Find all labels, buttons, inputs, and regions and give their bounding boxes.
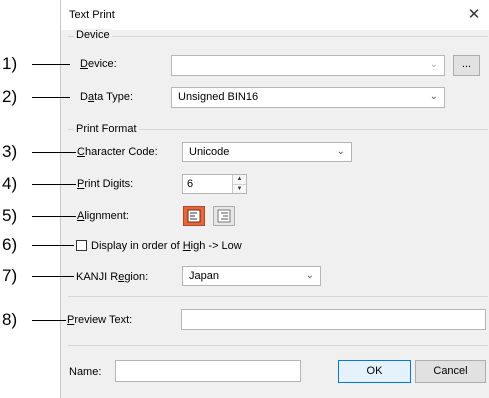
callout-3-line xyxy=(32,152,76,153)
name-label: Name: xyxy=(69,366,102,378)
print-digits-stepper[interactable]: 6 ▲ ▼ xyxy=(182,174,247,194)
display-order-label[interactable]: Display in order of High -> Low xyxy=(91,240,242,252)
alignment-label: Alignment: xyxy=(77,210,129,222)
kanji-region-select[interactable]: Japan ⌄ xyxy=(182,266,321,286)
align-left-icon xyxy=(187,209,201,223)
cancel-button[interactable]: Cancel xyxy=(415,360,486,383)
callout-5-line xyxy=(32,216,76,217)
align-right-button[interactable] xyxy=(213,206,235,226)
callout-5: 5) xyxy=(2,206,18,225)
display-order-checkbox[interactable] xyxy=(76,240,87,251)
callout-6-line xyxy=(32,245,74,246)
callout-8: 8) xyxy=(2,310,18,329)
print-format-group-title: Print Format xyxy=(74,123,139,135)
char-code-label: Character Code: xyxy=(77,146,158,158)
callout-7-line xyxy=(32,276,74,277)
dialog-title: Text Print xyxy=(69,9,115,21)
callout-7: 7) xyxy=(2,266,18,285)
callout-6: 6) xyxy=(2,235,18,254)
chevron-down-icon: ⌄ xyxy=(429,91,438,102)
kanji-region-value: Japan xyxy=(189,270,219,282)
preview-text-field[interactable] xyxy=(181,309,486,330)
callout-2-line xyxy=(32,97,70,98)
preview-separator xyxy=(68,296,488,297)
close-icon[interactable]: ✕ xyxy=(463,4,485,26)
ok-button[interactable]: OK xyxy=(338,360,411,383)
digits-spinner[interactable]: ▲ ▼ xyxy=(232,175,246,193)
callout-4: 4) xyxy=(2,174,18,193)
print-digits-label: Print Digits: xyxy=(77,178,134,190)
data-type-label: Data Type: xyxy=(80,91,134,103)
footer-separator xyxy=(68,345,488,346)
callout-2: 2) xyxy=(2,87,18,106)
chevron-down-icon: ⌄ xyxy=(305,270,314,281)
kanji-region-label: KANJI Region: xyxy=(76,271,149,283)
callout-4-line xyxy=(32,184,76,185)
align-left-button[interactable] xyxy=(183,206,205,226)
spin-up-icon[interactable]: ▲ xyxy=(233,175,246,185)
chevron-down-icon: ⌄ xyxy=(336,146,345,157)
name-field[interactable] xyxy=(115,360,301,382)
print-digits-value: 6 xyxy=(187,178,194,190)
device-group-line xyxy=(68,36,488,37)
char-code-select[interactable]: Unicode ⌄ xyxy=(182,142,352,162)
callout-8-line xyxy=(32,320,66,321)
device-combo[interactable]: ⌄ xyxy=(171,55,445,76)
device-browse-button[interactable]: ... xyxy=(453,55,480,76)
callout-1-line xyxy=(32,64,70,65)
spin-down-icon[interactable]: ▼ xyxy=(233,185,246,194)
chevron-down-icon: ⌄ xyxy=(429,59,438,70)
device-label: Device: xyxy=(80,58,117,70)
char-code-value: Unicode xyxy=(189,146,230,158)
align-right-icon xyxy=(217,209,231,223)
preview-label: Preview Text: xyxy=(67,314,133,326)
data-type-value: Unsigned BIN16 xyxy=(178,91,259,103)
title-bar: Text Print ✕ xyxy=(61,0,489,30)
callout-1: 1) xyxy=(2,54,18,73)
data-type-select[interactable]: Unsigned BIN16 ⌄ xyxy=(171,87,445,108)
callout-3: 3) xyxy=(2,142,18,161)
device-group-title: Device xyxy=(74,29,112,41)
